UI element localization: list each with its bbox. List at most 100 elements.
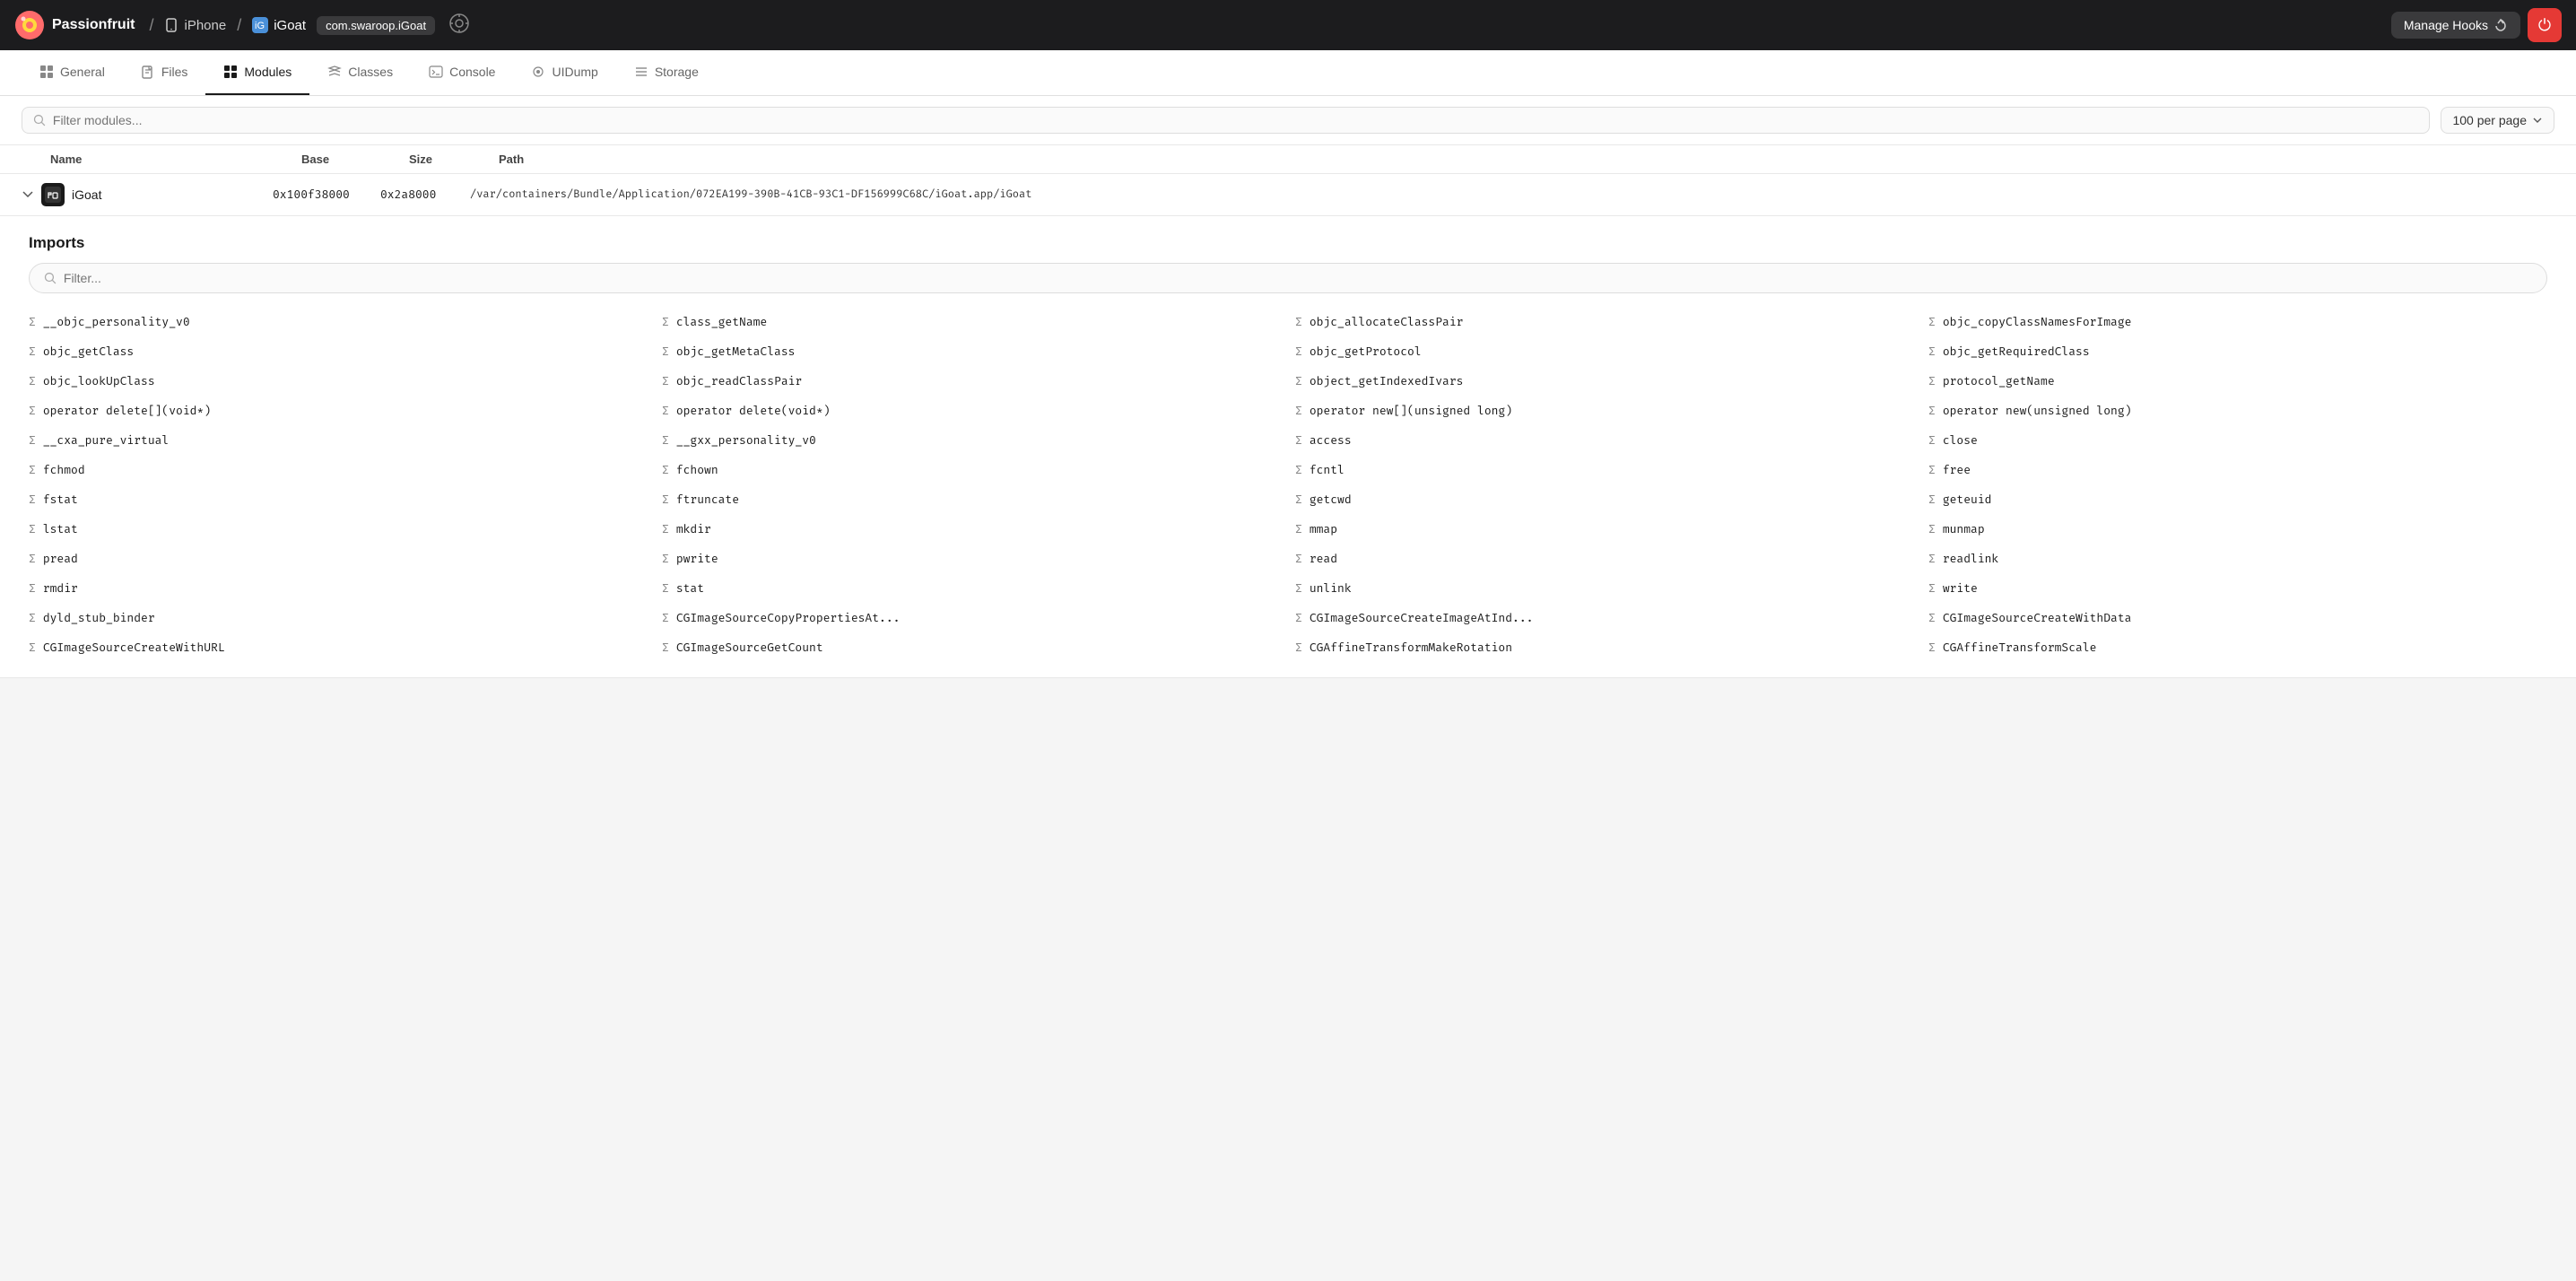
hook-icon [2493,18,2508,32]
sigma-icon: Σ [662,523,669,536]
import-item[interactable]: Σrmdir [22,574,655,604]
import-item[interactable]: Σobjc_copyClassNamesForImage [1921,308,2554,337]
sigma-icon: Σ [29,641,36,655]
import-item[interactable]: Σoperator new[](unsigned long) [1288,396,1921,426]
tab-storage[interactable]: Storage [616,50,717,95]
import-name: objc_allocateClassPair [1310,316,1464,329]
import-item[interactable]: Σobjc_readClassPair [655,367,1288,396]
import-item[interactable]: Σfstat [22,485,655,515]
imports-search-icon [44,272,57,284]
import-item[interactable]: Σclass_getName [655,308,1288,337]
import-item[interactable]: ΣCGAffineTransformMakeRotation [1288,633,1921,663]
import-item[interactable]: Σobjc_getClass [22,337,655,367]
breadcrumb-app[interactable]: iG iGoat [252,17,306,33]
classes-icon [327,65,342,79]
table-header: Name Base Size Path [0,145,2576,174]
import-item[interactable]: Σfchmod [22,456,655,485]
import-item[interactable]: Σobjc_lookUpClass [22,367,655,396]
screenshot-icon[interactable] [449,13,469,38]
import-item[interactable]: Σprotocol_getName [1921,367,2554,396]
import-item[interactable]: ΣCGImageSourceCopyPropertiesAt... [655,604,1288,633]
filter-input[interactable] [53,113,2419,127]
sigma-icon: Σ [29,375,36,388]
import-item[interactable]: Σstat [655,574,1288,604]
import-name: munmap [1943,523,1985,536]
expand-chevron-icon[interactable] [22,188,34,201]
import-item[interactable]: Σoperator delete(void*) [655,396,1288,426]
import-item[interactable]: Σ__gxx_personality_v0 [655,426,1288,456]
module-size: 0x2a8000 [380,188,470,202]
import-item[interactable]: Σdyld_stub_binder [22,604,655,633]
import-name: objc_getClass [43,345,134,359]
import-name: unlink [1310,582,1352,596]
import-name: readlink [1943,553,1998,566]
import-item[interactable]: Σgeteuid [1921,485,2554,515]
import-name: operator delete(void*) [676,405,831,418]
filter-input-wrap[interactable] [22,107,2430,134]
import-item[interactable]: Σobjc_allocateClassPair [1288,308,1921,337]
import-name: objc_getRequiredClass [1943,345,2090,359]
imports-section: Imports Σ__objc_personality_v0Σclass_get… [0,216,2576,678]
import-item[interactable]: Σ__objc_personality_v0 [22,308,655,337]
import-item[interactable]: Σobject_getIndexedIvars [1288,367,1921,396]
import-item[interactable]: Σmunmap [1921,515,2554,545]
tab-files[interactable]: Files [123,50,206,95]
tab-modules[interactable]: Modules [205,50,309,95]
import-name: objc_getProtocol [1310,345,1422,359]
import-name: stat [676,582,704,596]
import-item[interactable]: Σunlink [1288,574,1921,604]
import-item[interactable]: Σobjc_getMetaClass [655,337,1288,367]
imports-filter-input[interactable] [64,271,2532,285]
import-name: operator delete[](void*) [43,405,211,418]
import-item[interactable]: Σfchown [655,456,1288,485]
sigma-icon: Σ [662,493,669,507]
tab-uidump[interactable]: UIDump [513,50,615,95]
tab-storage-label: Storage [655,65,699,79]
tab-classes-label: Classes [348,65,393,79]
import-item[interactable]: Σobjc_getRequiredClass [1921,337,2554,367]
import-item[interactable]: Σ__cxa_pure_virtual [22,426,655,456]
import-item[interactable]: Σpread [22,545,655,574]
tab-general[interactable]: General [22,50,123,95]
import-item[interactable]: Σobjc_getProtocol [1288,337,1921,367]
import-item[interactable]: Σoperator delete[](void*) [22,396,655,426]
import-item[interactable]: ΣCGImageSourceCreateWithURL [22,633,655,663]
import-item[interactable]: Σfcntl [1288,456,1921,485]
manage-hooks-button[interactable]: Manage Hooks [2391,12,2520,39]
sigma-icon: Σ [1295,641,1302,655]
import-name: objc_lookUpClass [43,375,155,388]
import-item[interactable]: Σaccess [1288,426,1921,456]
import-item[interactable]: Σfree [1921,456,2554,485]
import-item[interactable]: Σftruncate [655,485,1288,515]
import-item[interactable]: Σoperator new(unsigned long) [1921,396,2554,426]
per-page-select[interactable]: 100 per page [2441,107,2554,134]
import-name: __cxa_pure_virtual [43,434,169,448]
import-name: objc_copyClassNamesForImage [1943,316,2132,329]
import-item[interactable]: Σgetcwd [1288,485,1921,515]
import-item[interactable]: ΣCGImageSourceCreateImageAtInd... [1288,604,1921,633]
breadcrumb-device[interactable]: iPhone [164,18,226,33]
imports-filter-wrap[interactable] [29,263,2547,293]
breadcrumb-sep-2: / [237,16,241,35]
import-item[interactable]: Σwrite [1921,574,2554,604]
power-button[interactable]: ⏻ [2528,8,2562,42]
import-item[interactable]: Σreadlink [1921,545,2554,574]
import-name: pread [43,553,78,566]
import-item[interactable]: Σmmap [1288,515,1921,545]
import-item[interactable]: ΣCGImageSourceCreateWithData [1921,604,2554,633]
import-item[interactable]: ΣCGImageSourceGetCount [655,633,1288,663]
sigma-icon: Σ [662,464,669,477]
tab-console[interactable]: Console [411,50,513,95]
import-item[interactable]: ΣCGAffineTransformScale [1921,633,2554,663]
app-icon: iG [252,17,268,33]
import-item[interactable]: Σread [1288,545,1921,574]
sigma-icon: Σ [662,641,669,655]
import-item[interactable]: Σclose [1921,426,2554,456]
import-item[interactable]: Σmkdir [655,515,1288,545]
import-item[interactable]: Σpwrite [655,545,1288,574]
tab-classes[interactable]: Classes [309,50,411,95]
uidump-icon [531,65,545,79]
import-item[interactable]: Σlstat [22,515,655,545]
sigma-icon: Σ [1295,582,1302,596]
import-name: close [1943,434,1978,448]
